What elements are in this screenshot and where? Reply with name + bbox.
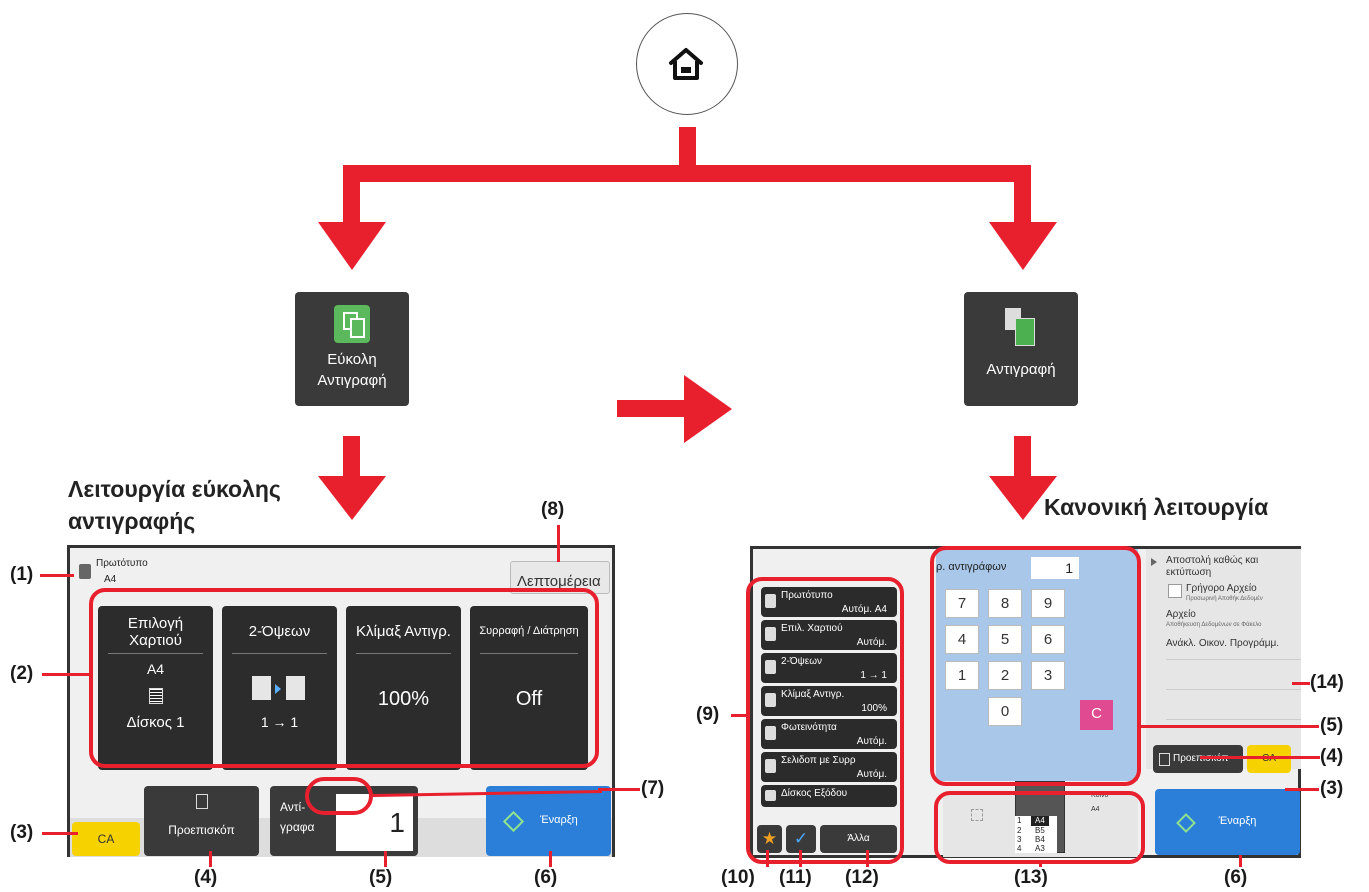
file-action-sub: Αποθήκευση Δεδομένων σε Φάκελο xyxy=(1166,622,1262,628)
callout-6: (6) xyxy=(534,867,558,888)
flow-line xyxy=(617,400,687,417)
highlight-functions xyxy=(89,588,599,768)
copies-label-1: Αντί- xyxy=(280,800,306,814)
leader-line xyxy=(1285,788,1319,791)
callout-10: (10) xyxy=(721,867,755,888)
callout-12: (12) xyxy=(845,867,879,888)
preview-button[interactable]: Προεπισκόπ xyxy=(144,786,259,856)
copy-icon xyxy=(1003,308,1037,348)
expand-icon[interactable] xyxy=(1151,558,1157,566)
leader-line xyxy=(799,850,802,867)
callout-1: (1) xyxy=(10,564,34,585)
ca-button[interactable]: CA xyxy=(1247,745,1291,773)
arrow-right-icon xyxy=(684,375,732,443)
leader-line xyxy=(731,714,749,717)
leader-line xyxy=(557,525,560,562)
leader-line xyxy=(1139,725,1319,728)
copy-tile[interactable]: Αντιγραφή xyxy=(964,292,1078,406)
highlight-page-dots xyxy=(305,777,373,815)
quick-file-sub: Προσωρινή Αποθήκ Δεδομέν xyxy=(1186,596,1263,602)
callout-3-right: (3) xyxy=(1320,778,1344,799)
easy-copy-label-1: Εύκολη xyxy=(327,351,377,368)
highlight-machine-status xyxy=(934,791,1145,864)
leader-line xyxy=(42,673,90,676)
arrow-down-icon xyxy=(318,476,386,520)
callout-6-right: (6) xyxy=(1224,867,1248,888)
flow-line xyxy=(343,165,360,225)
quick-file-label: Γρήγορο Αρχείο xyxy=(1186,583,1257,594)
copy-icon xyxy=(334,305,370,343)
leader-line xyxy=(549,851,552,867)
callout-9: (9) xyxy=(696,704,720,725)
copies-label-2: γραφα xyxy=(280,820,315,834)
preview-label: Προεπισκόπ xyxy=(168,823,235,837)
leader-line xyxy=(866,850,869,867)
easy-mode-heading-2: αντιγραφής xyxy=(68,508,196,534)
preview-icon xyxy=(196,794,208,809)
normal-mode-heading: Κανονική λειτουργία xyxy=(1044,494,1269,520)
callout-7: (7) xyxy=(641,778,665,799)
file-action[interactable]: Αρχείο xyxy=(1166,609,1196,620)
highlight-function-list xyxy=(746,577,904,864)
flow-line xyxy=(343,436,360,479)
home-icon xyxy=(669,48,703,80)
easy-mode-heading-1: Λειτουργία εύκολης xyxy=(68,476,281,502)
callout-5: (5) xyxy=(369,867,393,888)
arrow-down-icon xyxy=(318,222,386,270)
arrow-down-icon xyxy=(989,222,1057,270)
leader-line xyxy=(1200,756,1320,759)
action-panel: Αποστολή καθώς και εκτύπωση Γρήγορο Αρχε… xyxy=(1146,549,1301,769)
highlight-keypad xyxy=(930,546,1141,786)
ca-label: CA xyxy=(97,832,115,846)
home-button[interactable] xyxy=(636,13,738,115)
callout-14: (14) xyxy=(1310,672,1344,693)
leader-line xyxy=(1292,682,1310,685)
callout-13: (13) xyxy=(1014,867,1048,888)
callout-4-right: (4) xyxy=(1320,746,1344,767)
preview-icon xyxy=(1159,753,1170,766)
callout-3: (3) xyxy=(10,822,34,843)
leader-line xyxy=(766,850,769,867)
callout-5-right: (5) xyxy=(1320,715,1344,736)
recall-program-action[interactable]: Ανάκλ. Οικον. Προγράμμ. xyxy=(1166,638,1279,649)
start-label: Έναρξη xyxy=(1218,815,1257,827)
quick-file-checkbox[interactable] xyxy=(1168,584,1182,598)
flow-line xyxy=(1014,436,1031,479)
start-label: Έναρξη xyxy=(540,814,578,826)
copy-tile-label: Αντιγραφή xyxy=(986,361,1056,378)
callout-4: (4) xyxy=(194,867,218,888)
leader-line xyxy=(384,851,387,867)
leader-line xyxy=(1039,863,1042,867)
leader-line xyxy=(40,574,74,577)
flow-line xyxy=(1014,165,1031,225)
original-icon xyxy=(79,564,91,579)
start-button[interactable]: Έναρξη xyxy=(486,786,611,856)
leader-line xyxy=(1239,855,1242,867)
start-icon xyxy=(502,810,525,833)
easy-copy-tile[interactable]: Εύκολη Αντιγραφή xyxy=(295,292,409,406)
start-button[interactable]: Έναρξη xyxy=(1155,789,1300,855)
callout-11: (11) xyxy=(779,867,812,888)
leader-line xyxy=(42,832,78,835)
ca-button[interactable]: CA xyxy=(72,822,140,856)
original-size: A4 xyxy=(104,574,117,585)
callout-8: (8) xyxy=(541,499,565,520)
preview-button[interactable]: Προεπισκόπ xyxy=(1153,745,1243,773)
callout-2: (2) xyxy=(10,663,34,684)
send-print-action[interactable]: Αποστολή καθώς και εκτύπωση xyxy=(1166,555,1286,579)
original-label: Πρωτότυπο xyxy=(96,558,148,569)
leader-line xyxy=(209,851,212,867)
easy-copy-label-2: Αντιγραφή xyxy=(317,372,387,389)
flow-line xyxy=(343,165,1031,182)
leader-line xyxy=(598,788,640,791)
